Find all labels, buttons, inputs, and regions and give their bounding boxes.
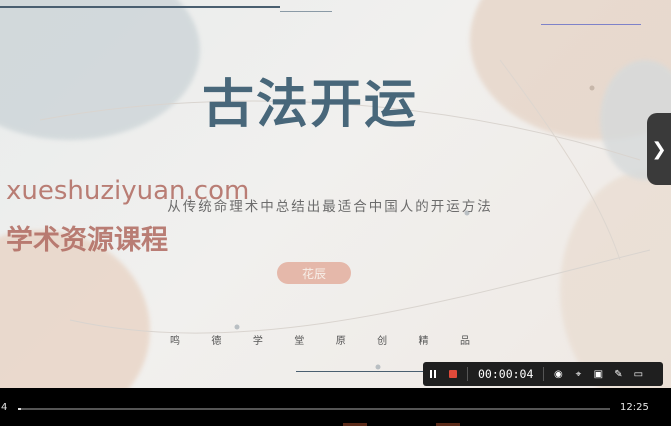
separator: [467, 367, 468, 381]
draw-button[interactable]: ✎: [608, 362, 628, 386]
brand-char: 创: [377, 336, 388, 347]
next-slide-button[interactable]: ❯: [647, 113, 671, 185]
total-time: 12:25: [620, 402, 649, 413]
camera-toggle-button[interactable]: ◉: [548, 362, 568, 386]
recording-timer: 00:00:04: [478, 367, 534, 381]
accent-line-top-right: [541, 24, 641, 25]
seek-bar-fill: [18, 408, 21, 410]
screenshot-button[interactable]: ▣: [588, 362, 608, 386]
region-button[interactable]: ⌖: [568, 362, 588, 386]
record-target-icon: ◉: [554, 368, 563, 380]
chevron-right-icon: ❯: [651, 138, 667, 160]
watermark-url: xueshuziyuan.com: [6, 176, 250, 206]
player-control-bar: 4 12:25: [0, 388, 671, 426]
brand-char: 堂: [294, 336, 305, 347]
recorder-toolbar: 00:00:04 ◉ ⌖ ▣ ✎ ▭: [423, 362, 663, 386]
pause-button[interactable]: [423, 362, 443, 386]
brand-char: 学: [252, 336, 263, 347]
brand-char: 德: [211, 336, 222, 347]
camera-icon: ▣: [593, 368, 604, 380]
pen-icon: ✎: [614, 368, 623, 380]
brand-line: 鸣 德 学 堂 原 创 精 品: [170, 332, 470, 347]
stop-icon: [449, 370, 457, 378]
brand-char: 精: [418, 336, 429, 347]
slide-title: 古法开运: [201, 75, 418, 135]
window-icon: ▭: [633, 368, 644, 380]
brand-char: 品: [459, 336, 470, 347]
pause-icon: [430, 370, 436, 378]
brand-char: 原: [335, 336, 346, 347]
separator: [543, 367, 545, 381]
presenter-pill: 花辰: [277, 262, 351, 284]
minimize-button[interactable]: ▭: [628, 362, 648, 386]
brand-char: 鸣: [170, 336, 180, 347]
seek-bar[interactable]: [18, 408, 610, 410]
watermark-name: 学术资源课程: [6, 225, 168, 256]
accent-line-top-left: [0, 6, 280, 8]
slide-canvas: 古法开运 从传统命理术中总结出最适合中国人的开运方法 花辰 鸣 德 学 堂 原 …: [0, 0, 671, 388]
accent-line-bottom: [296, 371, 426, 372]
stop-button[interactable]: [443, 362, 463, 386]
current-time: 4: [1, 402, 8, 413]
crop-icon: ⌖: [575, 368, 582, 380]
accent-line-top-left-thin: [280, 11, 332, 12]
